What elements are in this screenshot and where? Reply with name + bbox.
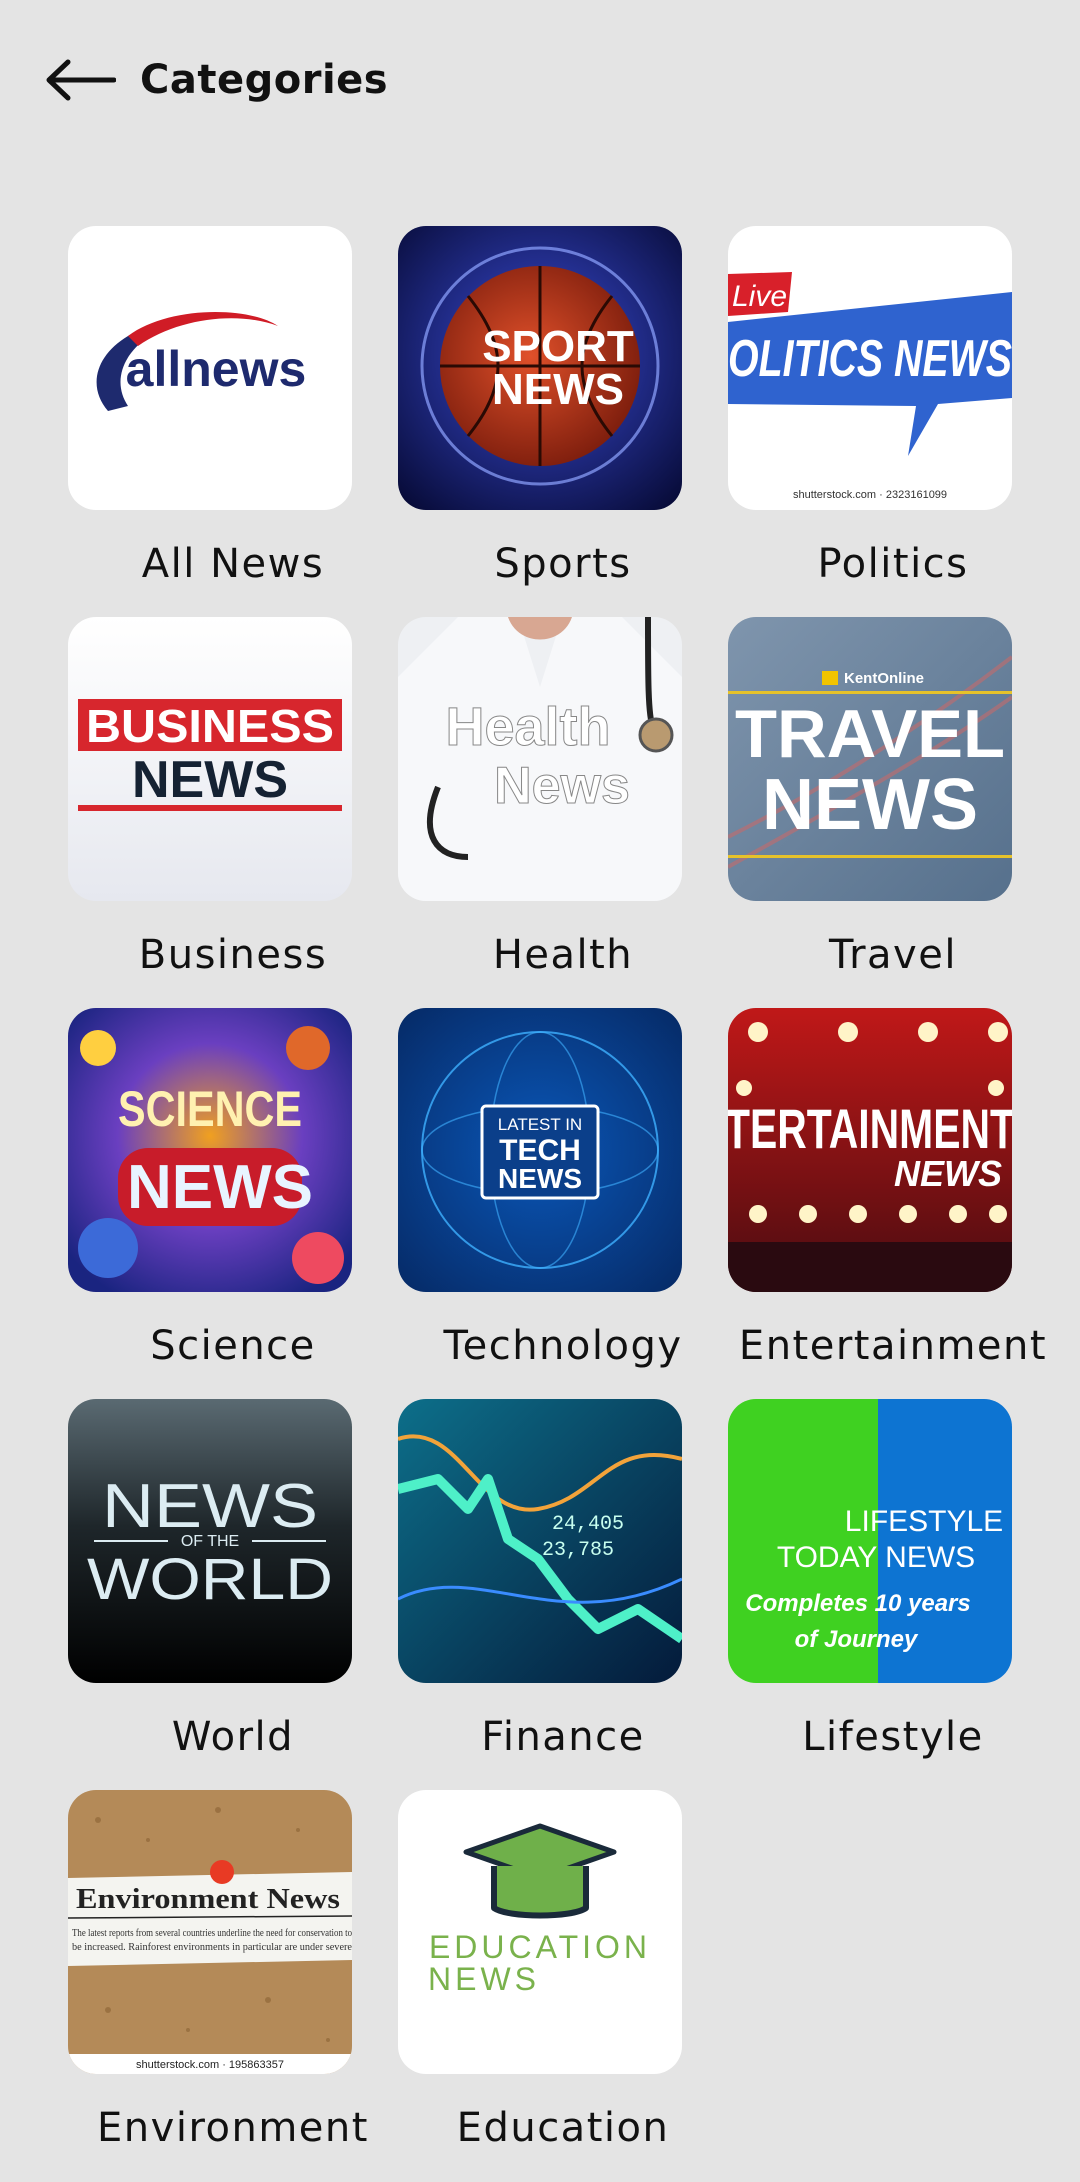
category-label: Business xyxy=(138,932,328,978)
entertainment-thumbnail: TERTAINMENT NEWS xyxy=(728,1008,1012,1292)
svg-text:NEWS: NEWS xyxy=(894,1153,1002,1194)
category-tile-environment[interactable]: Environment News The latest reports from… xyxy=(68,1790,398,2182)
category-tile-science[interactable]: SCIENCE NEWS Science xyxy=(68,1008,398,1400)
category-label: Politics xyxy=(817,541,969,587)
svg-text:SCIENCE: SCIENCE xyxy=(118,1081,302,1137)
category-label: World xyxy=(171,1714,295,1760)
svg-text:OLITICS NEWS: OLITICS NEWS xyxy=(728,330,1012,388)
svg-text:24,405: 24,405 xyxy=(552,1513,624,1536)
category-label: Science xyxy=(150,1323,316,1369)
svg-text:LATEST IN: LATEST IN xyxy=(498,1115,582,1134)
travel-thumbnail: KentOnline TRAVEL NEWS xyxy=(728,617,1012,901)
environment-thumbnail: Environment News The latest reports from… xyxy=(68,1790,352,2074)
category-tile-sports[interactable]: SPORT NEWS Sports xyxy=(398,226,728,618)
category-label: All News xyxy=(141,541,325,587)
sports-thumbnail: SPORT NEWS xyxy=(398,226,682,510)
category-tile-finance[interactable]: 24,405 23,785 Finance xyxy=(398,1399,728,1791)
svg-text:Live: Live xyxy=(732,280,787,313)
lifestyle-thumbnail: LIFESTYLE TODAY NEWS Completes 10 years … xyxy=(728,1399,1012,1683)
category-label: Finance xyxy=(481,1714,645,1760)
science-thumbnail: SCIENCE NEWS xyxy=(68,1008,352,1292)
category-label: Travel xyxy=(829,932,957,978)
svg-text:TERTAINMENT: TERTAINMENT xyxy=(728,1097,1012,1160)
svg-text:NEWS: NEWS xyxy=(762,765,978,845)
category-label: Environment xyxy=(97,2105,369,2151)
category-tile-entertainment[interactable]: TERTAINMENT NEWS Entertainment xyxy=(728,1008,1058,1400)
svg-text:NEWS: NEWS xyxy=(102,1472,318,1541)
svg-text:be increased. Rainforest envir: be increased. Rainforest environments in… xyxy=(72,1942,352,1953)
news-text: NEWS xyxy=(492,365,624,414)
technology-thumbnail: LATEST IN TECH NEWS xyxy=(398,1008,682,1292)
education-thumbnail: EDUCATION NEWS xyxy=(398,1790,682,2074)
category-label: Health xyxy=(492,932,634,978)
category-tile-travel[interactable]: KentOnline TRAVEL NEWS Travel xyxy=(728,617,1058,1009)
svg-text:NEWS: NEWS xyxy=(498,1163,582,1194)
svg-text:NEWS: NEWS xyxy=(127,1153,313,1222)
svg-text:WORLD: WORLD xyxy=(87,1547,333,1612)
svg-text:of Journey: of Journey xyxy=(795,1626,919,1653)
svg-text:Environment News: Environment News xyxy=(76,1884,340,1915)
category-tile-technology[interactable]: LATEST IN TECH NEWS Technology xyxy=(398,1008,728,1400)
svg-text:shutterstock.com · 2323161099: shutterstock.com · 2323161099 xyxy=(793,489,947,501)
svg-text:KentOnline: KentOnline xyxy=(844,670,924,687)
category-tile-world[interactable]: NEWS OF THE WORLD World xyxy=(68,1399,398,1791)
svg-text:NEWS: NEWS xyxy=(132,751,288,809)
svg-text:23,785: 23,785 xyxy=(542,1539,614,1562)
world-thumbnail: NEWS OF THE WORLD xyxy=(68,1399,352,1683)
svg-text:TRAVEL: TRAVEL xyxy=(735,696,1005,772)
svg-text:Completes 10 years: Completes 10 years xyxy=(745,1590,970,1617)
svg-text:EDUCATION: EDUCATION xyxy=(429,1929,651,1965)
svg-text:News: News xyxy=(494,757,630,815)
category-tile-education[interactable]: EDUCATION NEWS Education xyxy=(398,1790,728,2182)
category-label: Sports xyxy=(494,541,632,587)
all-news-logo-text: allnews xyxy=(126,341,307,397)
svg-text:The latest reports from severa: The latest reports from several countrie… xyxy=(72,1928,352,1939)
svg-text:shutterstock.com · 195863357: shutterstock.com · 195863357 xyxy=(136,2059,284,2071)
svg-text:LIFESTYLE: LIFESTYLE xyxy=(845,1505,1003,1538)
category-label: Education xyxy=(456,2105,670,2151)
business-thumbnail: BUSINESS NEWS xyxy=(68,617,352,901)
politics-thumbnail: Live OLITICS NEWS shutterstock.com · 232… xyxy=(728,226,1012,510)
svg-text:TODAY NEWS: TODAY NEWS xyxy=(777,1541,975,1574)
sport-text: SPORT xyxy=(482,322,634,371)
finance-thumbnail: 24,405 23,785 xyxy=(398,1399,682,1683)
category-label: Entertainment xyxy=(738,1323,1048,1369)
category-tile-politics[interactable]: Live OLITICS NEWS shutterstock.com · 232… xyxy=(728,226,1058,618)
category-tile-business[interactable]: BUSINESS NEWS Business xyxy=(68,617,398,1009)
category-tile-lifestyle[interactable]: LIFESTYLE TODAY NEWS Completes 10 years … xyxy=(728,1399,1058,1791)
category-grid: allnews All News SPORT NEWS Sports Live … xyxy=(0,0,1080,2151)
svg-text:NEWS: NEWS xyxy=(428,1961,540,1997)
svg-text:Health: Health xyxy=(445,697,610,757)
category-tile-all-news[interactable]: allnews All News xyxy=(68,226,398,618)
category-tile-health[interactable]: Health News Health xyxy=(398,617,728,1009)
category-label: Technology xyxy=(443,1323,683,1369)
health-thumbnail: Health News xyxy=(398,617,682,901)
svg-text:BUSINESS: BUSINESS xyxy=(86,700,334,752)
category-label: Lifestyle xyxy=(802,1714,984,1760)
all-news-thumbnail: allnews xyxy=(68,226,352,510)
